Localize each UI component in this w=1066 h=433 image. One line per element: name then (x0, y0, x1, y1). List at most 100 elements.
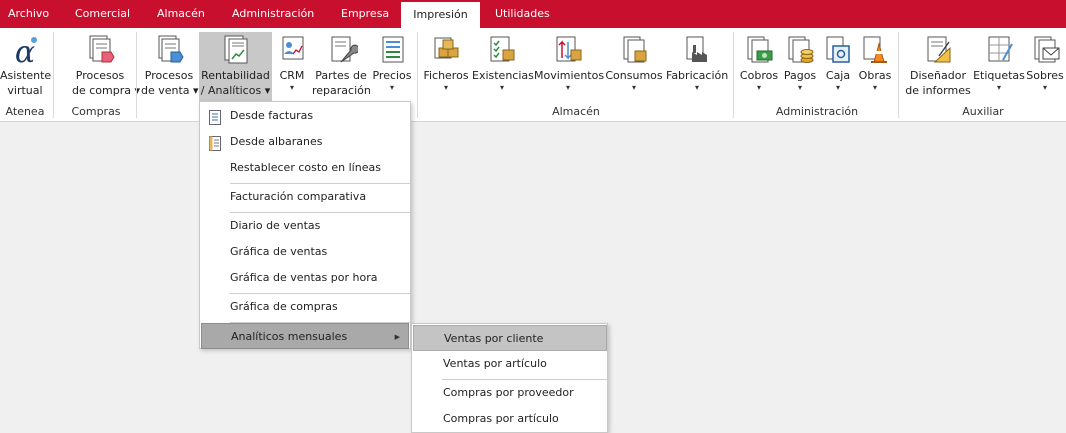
delivery-note-icon (209, 135, 221, 151)
disenador-informes-button[interactable]: Diseñador de informes (905, 32, 971, 102)
tab-administracion[interactable]: Administración (232, 0, 314, 28)
group-label-administracion: Administración (775, 105, 859, 118)
procesos-venta-label-2: de venta ▾ (141, 84, 199, 97)
group-separator (898, 32, 899, 118)
precios-button[interactable]: Precios ▾ (372, 32, 412, 102)
menu-item-label: Desde facturas (230, 109, 314, 122)
tab-almacen[interactable]: Almacén (157, 0, 205, 28)
menu-item-facturacion-comparativa[interactable]: Facturación comparativa (201, 184, 409, 210)
group-label-atenea: Atenea (5, 105, 45, 118)
chevron-down-icon: ▾ (443, 83, 448, 92)
procesos-compra-label-2: de compra ▾ (72, 84, 141, 97)
menu-item-grafica-ventas[interactable]: Gráfica de ventas (201, 239, 409, 265)
chevron-down-icon: ▾ (797, 83, 802, 92)
report-chart-icon (219, 34, 253, 66)
rentabilidad-label-1: Rentabilidad (201, 69, 270, 82)
obras-button[interactable]: Obras ▾ (857, 32, 893, 102)
movimientos-label: Movimientos (534, 69, 605, 82)
chevron-down-icon: ▾ (499, 83, 504, 92)
movimientos-button[interactable]: Movimientos ▾ (534, 32, 605, 102)
fabricacion-button[interactable]: Fabricación ▾ (666, 32, 728, 102)
chevron-down-icon: ▾ (565, 83, 570, 92)
caja-button[interactable]: Caja ▾ (821, 32, 855, 102)
ficheros-label: Ficheros (423, 69, 469, 82)
chevron-down-icon: ▾ (694, 83, 699, 92)
procesos-compra-button[interactable]: Procesos de compra ▾ (72, 32, 140, 102)
group-label-almacen: Almacén (552, 105, 600, 118)
invoice-document-icon (209, 109, 221, 125)
tab-utilidades[interactable]: Utilidades (495, 0, 550, 28)
boxes-icon (429, 34, 463, 66)
submenu-item-compras-proveedor[interactable]: Compras por proveedor (413, 380, 607, 406)
tab-impresion[interactable]: Impresión (401, 0, 480, 29)
existencias-button[interactable]: Existencias ▾ (472, 32, 534, 102)
disenador-label-2: de informes (905, 84, 971, 97)
group-separator (417, 32, 418, 118)
document-box-icon (617, 34, 651, 66)
crm-label: CRM (279, 69, 305, 82)
chevron-down-icon: ▾ (756, 83, 761, 92)
group-separator (53, 32, 54, 118)
procesos-compra-label-1: Procesos (75, 69, 125, 82)
chevron-down-icon: ▾ (835, 83, 840, 92)
analiticos-mensuales-submenu: Ventas por cliente Ventas por artículo C… (411, 323, 608, 433)
sobres-button[interactable]: Sobres ▾ (1025, 32, 1065, 102)
alpha-icon: α (8, 34, 42, 70)
consumos-button[interactable]: Consumos ▾ (604, 32, 664, 102)
menu-item-label: Desde albaranes (230, 135, 323, 148)
pagos-button[interactable]: Pagos ▾ (781, 32, 819, 102)
arrows-box-icon (551, 34, 585, 66)
existencias-label: Existencias (472, 69, 534, 82)
menu-item-desde-albaranes[interactable]: Desde albaranes (201, 129, 409, 155)
etiquetas-button[interactable]: Etiquetas ▾ (973, 32, 1025, 102)
group-label-auxiliar: Auxiliar (962, 105, 1004, 118)
document-tag-icon (83, 34, 117, 66)
menu-item-grafica-ventas-hora[interactable]: Gráfica de ventas por hora (201, 265, 409, 291)
menu-item-diario-ventas[interactable]: Diario de ventas (201, 213, 409, 239)
safe-icon (821, 34, 855, 66)
envelope-icon (1028, 34, 1062, 66)
submenu-item-ventas-articulo[interactable]: Ventas por artículo (413, 351, 607, 377)
precios-label: Precios (372, 69, 412, 82)
submenu-arrow-icon: ▶ (394, 333, 400, 341)
sobres-label: Sobres (1026, 69, 1064, 82)
menu-bar: Archivo Comercial Almacén Administración… (0, 0, 1066, 29)
crm-button[interactable]: CRM ▾ (274, 32, 310, 102)
chevron-down-icon: ▾ (389, 83, 394, 92)
menu-item-desde-facturas[interactable]: Desde facturas (201, 103, 409, 129)
checklist-box-icon (485, 34, 519, 66)
menu-item-grafica-compras[interactable]: Gráfica de compras (201, 294, 409, 320)
rentabilidad-dropdown-menu: Desde facturas Desde albaranes Restablec… (199, 101, 411, 349)
chevron-down-icon: ▾ (996, 83, 1001, 92)
tab-comercial[interactable]: Comercial (75, 0, 130, 28)
disenador-label-1: Diseñador (910, 69, 966, 82)
submenu-item-ventas-cliente[interactable]: Ventas por cliente (413, 325, 607, 351)
procesos-venta-label-1: Procesos (144, 69, 194, 82)
designer-ruler-icon (921, 34, 955, 66)
menu-item-analiticos-mensuales[interactable]: Analíticos mensuales ▶ (201, 323, 409, 349)
partes-reparacion-button[interactable]: Partes de reparación (312, 32, 371, 102)
consumos-label: Consumos (605, 69, 663, 82)
partes-label-1: Partes de (315, 69, 367, 82)
chevron-down-icon: ▾ (872, 83, 877, 92)
obras-label: Obras (858, 69, 892, 82)
asistente-virtual-button[interactable]: α Asistente virtual (0, 32, 51, 102)
rentabilidad-analiticos-button[interactable]: Rentabilidad / Analíticos ▾ (199, 32, 272, 102)
wrench-document-icon (324, 34, 360, 66)
menu-item-restablecer-costo[interactable]: Restablecer costo en líneas (201, 155, 409, 181)
money-document-icon (742, 34, 776, 66)
tab-archivo[interactable]: Archivo (8, 0, 49, 28)
procesos-venta-button[interactable]: Procesos de venta ▾ (141, 32, 199, 102)
rentabilidad-label-2: / Analíticos ▾ (200, 84, 271, 97)
tab-empresa[interactable]: Empresa (341, 0, 389, 28)
group-label-compras: Compras (71, 105, 121, 118)
submenu-item-compras-articulo[interactable]: Compras por artículo (413, 406, 607, 432)
chevron-down-icon: ▾ (289, 83, 294, 92)
document-tag-blue-icon (152, 34, 186, 66)
price-list-icon (375, 34, 409, 66)
fabricacion-label: Fabricación (666, 69, 729, 82)
person-chart-icon (275, 34, 309, 66)
asistente-label-2: virtual (7, 84, 43, 97)
ficheros-button[interactable]: Ficheros ▾ (423, 32, 469, 102)
cobros-button[interactable]: Cobros ▾ (739, 32, 779, 102)
